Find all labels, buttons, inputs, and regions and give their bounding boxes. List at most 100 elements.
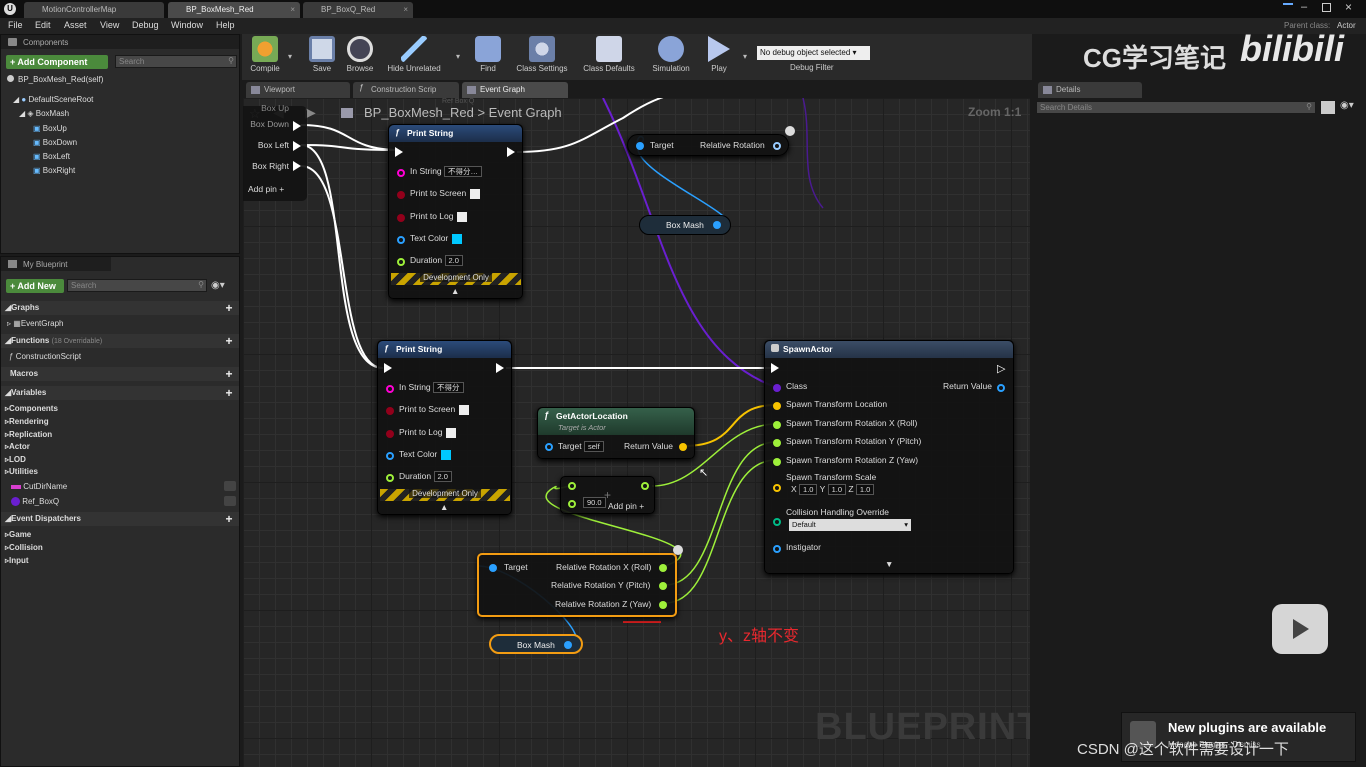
exec-in-pin[interactable] (395, 147, 403, 157)
return-value-pin[interactable] (679, 443, 687, 451)
details-search-input[interactable]: Search Details ⚲ (1036, 101, 1316, 114)
add-component-button[interactable]: + Add Component (6, 55, 108, 69)
target-pin[interactable] (489, 564, 497, 572)
duration-pin[interactable] (397, 258, 405, 266)
menu-help[interactable]: Help (216, 20, 235, 30)
exec-in-pin[interactable] (771, 363, 779, 373)
hide-unrelated-button[interactable]: Hide Unrelated (384, 36, 444, 78)
close-icon[interactable]: × (290, 5, 295, 14)
construction-script-item[interactable]: ƒ ConstructionScript (9, 352, 81, 361)
return-value-pin[interactable] (997, 384, 1005, 392)
my-blueprint-tab[interactable]: My Blueprint (1, 257, 111, 271)
components-tab[interactable]: Components (1, 35, 239, 49)
rotation-x-pin[interactable] (659, 564, 667, 572)
rotation-y-pin[interactable] (659, 582, 667, 590)
expand-arrow-icon[interactable]: ▼ (885, 559, 893, 569)
tab-motion-controller-map[interactable]: MotionControllerMap (24, 2, 164, 18)
debug-object-select[interactable]: No debug object selected ▾ (757, 46, 870, 60)
rotation-z-pin[interactable] (773, 458, 781, 466)
visibility-toggle[interactable] (224, 481, 236, 491)
in-string-pin[interactable] (386, 385, 394, 393)
text-color-pin[interactable] (397, 236, 405, 244)
add-float-node[interactable]: 90.0 + Add pin + (560, 476, 655, 514)
rotation-z-pin[interactable] (659, 601, 667, 609)
self-field[interactable]: self (584, 441, 604, 453)
checkbox[interactable] (446, 427, 457, 438)
dispatcher-category-collision[interactable]: ▹Collision (5, 543, 43, 552)
tab-bp-boxq-red[interactable]: BP_BoxQ_Red × (303, 2, 413, 18)
scale-x-field[interactable]: 1.0 (799, 484, 818, 496)
reroute-knot[interactable] (673, 545, 683, 555)
menu-view[interactable]: View (100, 20, 119, 30)
my-blueprint-search-input[interactable]: Search ⚲ (67, 279, 207, 292)
dispatcher-category-input[interactable]: ▹Input (5, 556, 29, 565)
print-to-log-pin[interactable] (397, 214, 405, 222)
boxmash-variable-node-top[interactable]: Box Mash (639, 215, 731, 235)
compile-button[interactable]: Compile (243, 36, 287, 78)
checkbox[interactable] (457, 211, 468, 222)
checkbox[interactable] (459, 404, 470, 415)
add-macro-button[interactable]: + (224, 368, 234, 380)
collision-dropdown[interactable]: Default ▾ (789, 519, 911, 531)
close-window-icon[interactable]: × (1345, 0, 1352, 14)
target-pin[interactable] (545, 443, 553, 451)
instigator-pin[interactable] (773, 545, 781, 553)
dispatcher-category-game[interactable]: ▹Game (5, 530, 31, 539)
exec-out-pin[interactable] (507, 147, 515, 157)
exec-out-pin[interactable] (496, 363, 504, 373)
print-to-log-pin[interactable] (386, 430, 394, 438)
menu-edit[interactable]: Edit (35, 20, 51, 30)
scale-pin[interactable] (773, 484, 781, 492)
tab-bp-boxmesh-red[interactable]: BP_BoxMesh_Red × (168, 2, 300, 18)
tree-item-self[interactable]: BP_BoxMesh_Red(self) (7, 75, 103, 84)
class-pin[interactable] (773, 384, 781, 392)
duration-field[interactable]: 2.0 (444, 255, 463, 267)
float-b-field[interactable]: 90.0 (583, 497, 606, 509)
print-to-screen-pin[interactable] (386, 407, 394, 415)
rotation-x-pin[interactable] (773, 421, 781, 429)
add-graph-button[interactable]: + (224, 302, 234, 314)
break-relative-rotation-node[interactable]: Target Relative Rotation X (Roll) Relati… (477, 553, 677, 617)
spawn-actor-node[interactable]: SpawnActor ▷ Class Return Value Spawn Tr… (764, 340, 1014, 574)
add-pin[interactable]: Add pin + (608, 501, 644, 511)
float-in-pin-a[interactable] (568, 482, 576, 490)
class-defaults-button[interactable]: Class Defaults (578, 36, 640, 78)
reroute-knot[interactable] (785, 126, 795, 136)
visibility-toggle[interactable] (224, 496, 236, 506)
boxmash-out-pin[interactable] (564, 641, 572, 649)
in-string-field[interactable]: 不得分… (444, 166, 483, 178)
duration-field[interactable]: 2.0 (433, 471, 452, 483)
color-swatch[interactable] (441, 449, 452, 460)
tab-viewport[interactable]: Viewport (246, 82, 350, 98)
play-options-arrow[interactable]: ▾ (743, 52, 747, 61)
var-category-replication[interactable]: ▹Replication (5, 430, 52, 439)
hide-options-arrow[interactable]: ▾ (456, 52, 460, 61)
tab-construction-script[interactable]: ƒ Construction Scrip (353, 82, 459, 98)
browse-button[interactable]: Browse (338, 36, 382, 78)
minimize-icon[interactable]: – (1301, 1, 1315, 15)
add-variable-button[interactable]: + (224, 387, 234, 399)
menu-file[interactable]: File (8, 20, 23, 30)
get-actor-location-node[interactable]: ƒ GetActorLocation Target is Actor Targe… (537, 407, 695, 459)
event-graph-item[interactable]: ▹ ▦EventGraph (7, 319, 64, 328)
boxmash-out-pin[interactable] (713, 221, 721, 229)
exec-in-pin[interactable] (384, 363, 392, 373)
duration-pin[interactable] (386, 474, 394, 482)
tree-item-defaultsceneroot[interactable]: ◢ ● DefaultSceneRoot (13, 95, 93, 104)
event-graph-canvas[interactable]: ☆ ◀ ▶ BP_BoxMesh_Red > Event Graph Zoom … (243, 98, 1030, 767)
text-color-pin[interactable] (386, 452, 394, 460)
print-string-node-2[interactable]: ƒ Print String In String 不得分 Print to Scr… (377, 340, 512, 515)
variable-ref-boxq[interactable]: Ref_BoxQ (11, 497, 59, 507)
exec-out-pin[interactable] (293, 141, 301, 151)
menu-asset[interactable]: Asset (64, 20, 87, 30)
eye-icon[interactable]: ◉▾ (211, 280, 225, 291)
var-category-lod[interactable]: ▹LOD (5, 455, 26, 464)
eye-icon[interactable]: ◉▾ (1340, 100, 1354, 111)
tree-item-boxleft[interactable]: ▣ BoxLeft (33, 152, 70, 161)
in-string-pin[interactable] (397, 169, 405, 177)
exec-out-outline-icon[interactable]: ▷ (997, 362, 1005, 375)
add-function-button[interactable]: + (224, 335, 234, 347)
expand-arrow-icon[interactable]: ▲ (440, 502, 448, 512)
scale-y-field[interactable]: 1.0 (827, 484, 846, 496)
var-category-rendering[interactable]: ▹Rendering (5, 417, 49, 426)
